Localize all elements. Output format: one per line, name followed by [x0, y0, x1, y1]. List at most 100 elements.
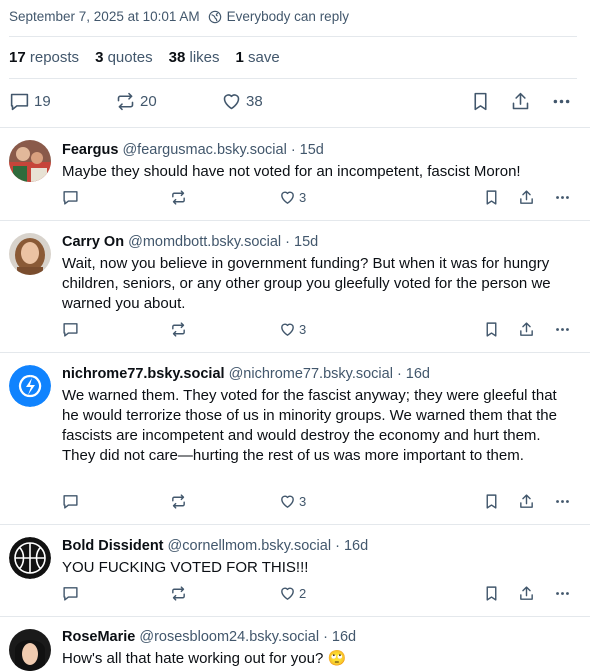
share-button[interactable] — [518, 585, 535, 602]
author-name[interactable]: nichrome77.bsky.social — [62, 366, 225, 382]
reply-post[interactable]: Carry On @momdbott.bsky.social · 15d Wai… — [0, 221, 590, 352]
more-options-button[interactable] — [551, 91, 572, 112]
reply-button[interactable]: 19 — [9, 91, 51, 112]
reply-icon — [63, 587, 78, 601]
post-action-bar: 19 20 38 — [0, 91, 590, 115]
more-options-button[interactable] — [554, 493, 571, 510]
author-handle[interactable]: @momdbott.bsky.social · 15d — [128, 234, 318, 250]
author-handle[interactable]: @rosesbloom24.bsky.social · 16d — [139, 629, 356, 645]
post-meta: September 7, 2025 at 10:01 AM Everybody … — [9, 9, 349, 24]
reply-action-bar: 3 — [62, 321, 582, 341]
reply-header: Bold Dissident @cornellmom.bsky.social ·… — [62, 538, 368, 554]
bookmark-button[interactable] — [483, 321, 500, 338]
repost-button[interactable] — [170, 585, 187, 602]
reposts-stat[interactable]: 17 reposts — [9, 49, 79, 66]
like-button[interactable]: 3 — [279, 189, 306, 206]
repost-button[interactable] — [170, 321, 187, 338]
reply-count: 19 — [34, 93, 51, 110]
reply-button[interactable] — [62, 189, 79, 206]
author-handle[interactable]: @nichrome77.bsky.social · 16d — [229, 366, 430, 382]
repost-button[interactable] — [170, 493, 187, 510]
reply-icon — [63, 495, 78, 509]
author-name[interactable]: RoseMarie — [62, 629, 135, 645]
share-button[interactable] — [518, 493, 535, 510]
divider — [9, 78, 577, 79]
author-name[interactable]: Carry On — [62, 234, 124, 250]
more-options-button[interactable] — [554, 321, 571, 338]
repost-icon — [172, 322, 185, 337]
reply-button[interactable] — [62, 585, 79, 602]
like-button[interactable]: 3 — [279, 493, 306, 510]
share-icon — [520, 586, 533, 600]
like-count: 3 — [299, 322, 307, 337]
bookmark-icon — [474, 92, 487, 111]
avatar[interactable] — [9, 629, 51, 671]
reply-button[interactable] — [62, 321, 79, 338]
avatar[interactable] — [9, 365, 51, 407]
engagement-stats: 17 reposts 3 quotes 38 likes 1 save — [9, 49, 296, 66]
repost-icon — [172, 190, 185, 205]
bookmark-button[interactable] — [483, 493, 500, 510]
earth-reply-icon — [208, 10, 221, 23]
repost-icon — [172, 494, 185, 509]
avatar[interactable] — [9, 233, 51, 275]
share-icon — [512, 92, 529, 110]
reply-header: Carry On @momdbott.bsky.social · 15d — [62, 234, 318, 250]
like-button[interactable]: 3 — [279, 321, 306, 338]
like-count: 38 — [246, 93, 263, 110]
share-button[interactable] — [518, 321, 535, 338]
bookmark-icon — [486, 494, 497, 509]
reply-post[interactable]: Bold Dissident @cornellmom.bsky.social ·… — [0, 525, 590, 616]
like-button[interactable]: 2 — [279, 585, 306, 602]
heart-icon — [223, 94, 240, 110]
author-handle[interactable]: @feargusmac.bsky.social · 15d — [122, 142, 323, 158]
reply-header: nichrome77.bsky.social @nichrome77.bsky.… — [62, 366, 430, 382]
avatar[interactable] — [9, 140, 51, 182]
author-name[interactable]: Bold Dissident — [62, 538, 164, 554]
repost-button[interactable] — [170, 189, 187, 206]
repost-count: 20 — [140, 93, 157, 110]
quotes-stat[interactable]: 3 quotes — [95, 49, 153, 66]
reply-text: Maybe they should have not voted for an … — [62, 163, 521, 180]
share-button[interactable] — [518, 189, 535, 206]
like-count: 3 — [299, 190, 307, 205]
share-icon — [520, 190, 533, 204]
bookmark-icon — [486, 190, 497, 205]
saves-stat: 1 save — [235, 49, 280, 66]
more-options-icon — [556, 592, 569, 595]
reply-post[interactable]: nichrome77.bsky.social @nichrome77.bsky.… — [0, 353, 590, 524]
reply-post[interactable]: Feargus @feargusmac.bsky.social · 15d Ma… — [0, 128, 590, 220]
reply-icon — [10, 93, 29, 111]
bookmark-button[interactable] — [483, 189, 500, 206]
more-options-button[interactable] — [554, 585, 571, 602]
bookmark-button[interactable] — [483, 585, 500, 602]
reply-icon — [63, 323, 78, 337]
repost-button[interactable]: 20 — [115, 91, 157, 112]
author-handle[interactable]: @cornellmom.bsky.social · 16d — [168, 538, 369, 554]
bookmark-icon — [486, 586, 497, 601]
likes-stat[interactable]: 38 likes — [169, 49, 220, 66]
more-options-icon — [556, 196, 569, 199]
heart-icon — [281, 191, 294, 204]
post-timestamp: September 7, 2025 at 10:01 AM — [9, 9, 200, 24]
more-options-icon — [556, 500, 569, 503]
share-icon — [520, 322, 533, 336]
heart-icon — [281, 495, 294, 508]
reply-button[interactable] — [62, 493, 79, 510]
reply-action-bar: 3 — [62, 493, 582, 513]
bookmark-button[interactable] — [470, 91, 491, 112]
more-options-button[interactable] — [554, 189, 571, 206]
reply-setting[interactable]: Everybody can reply — [227, 9, 349, 24]
share-button[interactable] — [510, 91, 531, 112]
share-icon — [520, 494, 533, 508]
avatar[interactable] — [9, 537, 51, 579]
more-options-icon — [556, 328, 569, 331]
reply-text: How's all that hate working out for you?… — [62, 650, 347, 667]
reply-post[interactable]: RoseMarie @rosesbloom24.bsky.social · 16… — [0, 617, 590, 671]
reply-text: We warned them. They voted for the fasci… — [62, 387, 557, 464]
like-button[interactable]: 38 — [221, 91, 263, 112]
reply-action-bar: 3 — [62, 189, 582, 209]
reply-action-bar: 2 — [62, 585, 582, 605]
reply-icon — [63, 191, 78, 205]
author-name[interactable]: Feargus — [62, 142, 118, 158]
